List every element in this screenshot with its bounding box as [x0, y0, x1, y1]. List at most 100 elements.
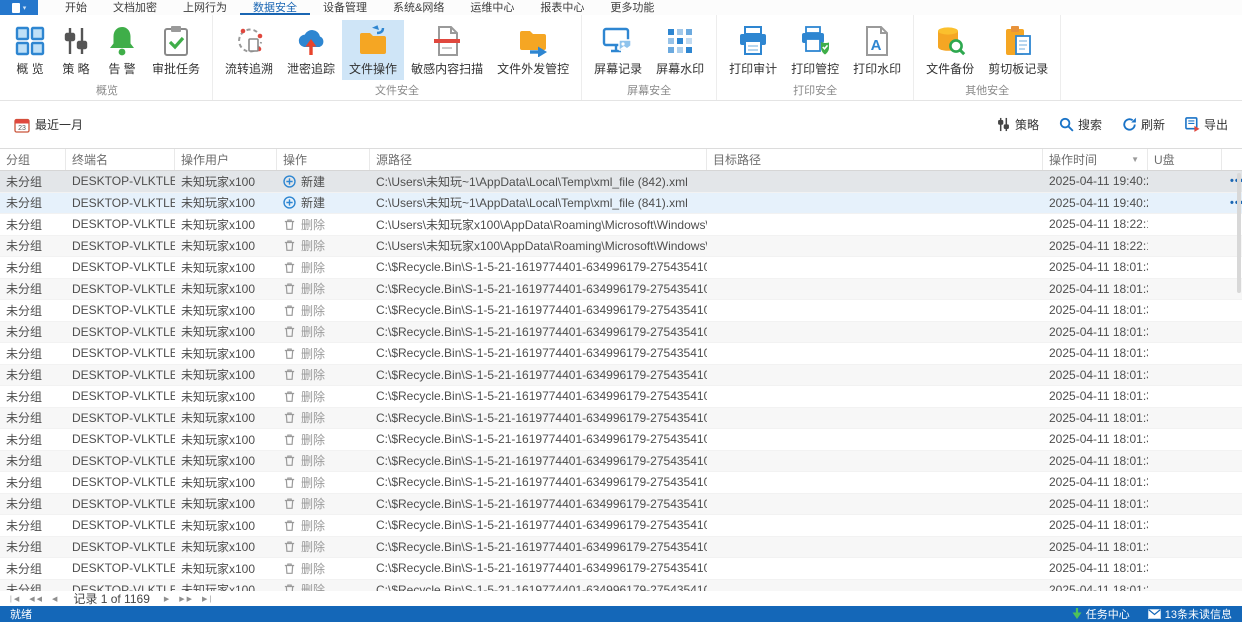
next-page-button[interactable]: ▶	[164, 595, 171, 603]
menu-tab-文档加密[interactable]: 文档加密	[100, 0, 170, 15]
table-row[interactable]: 未分组 DESKTOP-VLKTLE1 未知玩家x100 删除 C:\$Recycle.…	[0, 558, 1242, 580]
next-block-button[interactable]: ▶▶	[179, 595, 194, 603]
table-row[interactable]: 未分组 DESKTOP-VLKTLE1 未知玩家x100 删除 C:\$Recycle.…	[0, 386, 1242, 408]
table-row[interactable]: 未分组 DESKTOP-VLKTLE1 未知玩家x100 删除 C:\$Recycle.…	[0, 450, 1242, 472]
column-header-U盘[interactable]: U盘	[1148, 149, 1222, 170]
table-row[interactable]: 未分组 DESKTOP-VLKTLE1 未知玩家x100 删除 C:\Users\未知玩…	[0, 214, 1242, 236]
date-range-filter[interactable]: 23 最近一月	[14, 116, 83, 133]
chevron-down-icon: ▾	[22, 4, 27, 12]
column-header-label: 操作用户	[181, 153, 230, 167]
ribbon-button-敏感内容扫描[interactable]: 敏感内容扫描	[404, 20, 490, 80]
download-arrow-icon	[1072, 608, 1082, 620]
table-row[interactable]: 未分组 DESKTOP-VLKTLE1 未知玩家x100 删除 C:\$Recycle.…	[0, 407, 1242, 429]
table-row[interactable]: 未分组 DESKTOP-VLKTLE1 未知玩家x100 删除 C:\$Recycle.…	[0, 579, 1242, 591]
ribbon-button-文件外发管控[interactable]: 文件外发管控	[490, 20, 576, 80]
column-header-actions[interactable]	[1222, 149, 1242, 170]
ribbon-button-策略[interactable]: 策 略	[53, 20, 99, 80]
first-page-button[interactable]: |◀	[10, 595, 21, 603]
ribbon-button-文件备份[interactable]: 文件备份	[919, 20, 981, 80]
ribbon-button-流转追溯[interactable]: 流转追溯	[218, 20, 280, 80]
ribbon-button-屏幕水印[interactable]: 屏幕水印	[649, 20, 711, 80]
column-header-操作用户[interactable]: 操作用户	[175, 149, 277, 170]
menu-tab-系统&网络[interactable]: 系统&网络	[380, 0, 457, 15]
operation-label: 删除	[301, 217, 326, 232]
column-header-目标路径[interactable]: 目标路径	[707, 149, 1043, 170]
search-icon	[1059, 117, 1074, 132]
column-header-源路径[interactable]: 源路径	[370, 149, 707, 170]
menu-tab-报表中心[interactable]: 报表中心	[527, 0, 597, 15]
menu-tab-数据安全[interactable]: 数据安全	[240, 0, 310, 15]
group-cell: 未分组	[6, 303, 43, 318]
table-row[interactable]: 未分组 DESKTOP-VLKTLE1 未知玩家x100 删除 C:\$Recycle.…	[0, 300, 1242, 322]
last-page-button[interactable]: ▶|	[202, 595, 213, 603]
terminal-cell: DESKTOP-VLKTLE1	[72, 453, 175, 468]
task-center-button[interactable]: 任务中心	[1072, 606, 1130, 622]
ribbon-button-打印管控[interactable]: 打印管控	[784, 20, 846, 80]
ribbon-button-剪切板记录[interactable]: 剪切板记录	[981, 20, 1055, 80]
time-filter-caret-icon[interactable]: ▼	[1131, 155, 1139, 164]
row-actions-cell	[1222, 472, 1242, 493]
time-cell: 2025-04-11 18:01:38	[1049, 496, 1148, 511]
menu-tab-运维中心[interactable]: 运维中心	[457, 0, 527, 15]
time-cell: 2025-04-11 18:01:38	[1049, 582, 1148, 591]
ribbon-button-屏幕记录[interactable]: 屏幕记录	[587, 20, 649, 80]
table-row[interactable]: 未分组 DESKTOP-VLKTLE1 未知玩家x100 删除 C:\$Recycle.…	[0, 257, 1242, 279]
ribbon-button-告警[interactable]: 告 警	[99, 20, 145, 80]
time-cell: 2025-04-11 19:40:27	[1049, 195, 1148, 210]
menu-tab-更多功能[interactable]: 更多功能	[597, 0, 667, 15]
table-row[interactable]: 未分组 DESKTOP-VLKTLE1 未知玩家x100 删除 C:\$Recycle.…	[0, 536, 1242, 558]
usb-cell	[1148, 429, 1222, 450]
table-row[interactable]: 未分组 DESKTOP-VLKTLE1 未知玩家x100 新建 C:\Users\未知玩…	[0, 171, 1242, 193]
column-header-操作[interactable]: 操作	[277, 149, 370, 170]
terminal-cell: DESKTOP-VLKTLE1	[72, 324, 175, 339]
toolbar-刷新-button[interactable]: 刷新	[1122, 116, 1165, 133]
toolbar-搜索-button[interactable]: 搜索	[1059, 116, 1102, 133]
table-row[interactable]: 未分组 DESKTOP-VLKTLE1 未知玩家x100 删除 C:\$Recycle.…	[0, 429, 1242, 451]
menu-tab-设备管理[interactable]: 设备管理	[310, 0, 380, 15]
ribbon-button-打印水印[interactable]: A 打印水印	[846, 20, 908, 80]
ribbon-button-泄密追踪[interactable]: 泄密追踪	[280, 20, 342, 80]
table-row[interactable]: 未分组 DESKTOP-VLKTLE1 未知玩家x100 删除 C:\$Recycle.…	[0, 364, 1242, 386]
app-menu-button[interactable]: ▾	[0, 0, 38, 15]
operation-cell: 删除	[277, 429, 370, 450]
ribbon-button-文件操作[interactable]: 文件操作	[342, 20, 405, 80]
ribbon-button-label: 文件外发管控	[497, 62, 570, 76]
trash-icon	[283, 218, 296, 231]
table-row[interactable]: 未分组 DESKTOP-VLKTLE1 未知玩家x100 删除 C:\$Recycle.…	[0, 321, 1242, 343]
table-row[interactable]: 未分组 DESKTOP-VLKTLE1 未知玩家x100 删除 C:\$Recycle.…	[0, 493, 1242, 515]
table-row[interactable]: 未分组 DESKTOP-VLKTLE1 未知玩家x100 删除 C:\$Recycle.…	[0, 472, 1242, 494]
ribbon-button-审批任务[interactable]: 审批任务	[145, 20, 207, 80]
operation-cell: 删除	[277, 343, 370, 364]
unread-messages-button[interactable]: 13条未读信息	[1147, 606, 1232, 622]
user-cell: 未知玩家x100	[181, 174, 256, 189]
menu-tab-上网行为[interactable]: 上网行为	[170, 0, 240, 15]
column-header-终端名[interactable]: 终端名	[66, 149, 175, 170]
table-body: 未分组 DESKTOP-VLKTLE1 未知玩家x100 新建 C:\Users\未知玩…	[0, 171, 1242, 591]
trash-icon	[283, 476, 296, 489]
usb-cell	[1148, 386, 1222, 407]
trash-icon	[283, 540, 296, 553]
src-path-cell: C:\$Recycle.Bin\S-1-5-21-1619774401-6349…	[376, 582, 707, 591]
toolbar-策略-button[interactable]: 策略	[996, 116, 1039, 133]
menu-tab-开始[interactable]: 开始	[52, 0, 100, 15]
column-header-label: 分组	[6, 153, 31, 167]
ribbon-group-屏幕安全: 屏幕记录 屏幕水印 屏幕安全	[582, 15, 718, 100]
column-header-分组[interactable]: 分组	[0, 149, 66, 170]
prev-block-button[interactable]: ◀◀	[29, 595, 44, 603]
ribbon-button-打印审计[interactable]: 打印审计	[722, 20, 784, 80]
column-header-操作时间[interactable]: 操作时间 ▼	[1043, 149, 1148, 170]
time-cell: 2025-04-11 18:01:38	[1049, 281, 1148, 296]
ribbon-button-概览[interactable]: 概 览	[7, 20, 53, 80]
table-row[interactable]: 未分组 DESKTOP-VLKTLE1 未知玩家x100 删除 C:\Users\未知玩…	[0, 235, 1242, 257]
table-row[interactable]: 未分组 DESKTOP-VLKTLE1 未知玩家x100 删除 C:\$Recycle.…	[0, 515, 1242, 537]
ribbon-button-label: 策 略	[62, 62, 90, 76]
table-row[interactable]: 未分组 DESKTOP-VLKTLE1 未知玩家x100 删除 C:\$Recycle.…	[0, 343, 1242, 365]
prev-page-button[interactable]: ◀	[52, 595, 59, 603]
target-path-cell	[707, 472, 1043, 493]
vertical-scrollbar[interactable]	[1237, 173, 1241, 293]
table-row[interactable]: 未分组 DESKTOP-VLKTLE1 未知玩家x100 新建 C:\Users\未知玩…	[0, 192, 1242, 214]
usb-cell	[1148, 558, 1222, 579]
toolbar-导出-button[interactable]: 导出	[1185, 116, 1228, 133]
table-row[interactable]: 未分组 DESKTOP-VLKTLE1 未知玩家x100 删除 C:\$Recycle.…	[0, 278, 1242, 300]
group-cell: 未分组	[6, 475, 43, 490]
